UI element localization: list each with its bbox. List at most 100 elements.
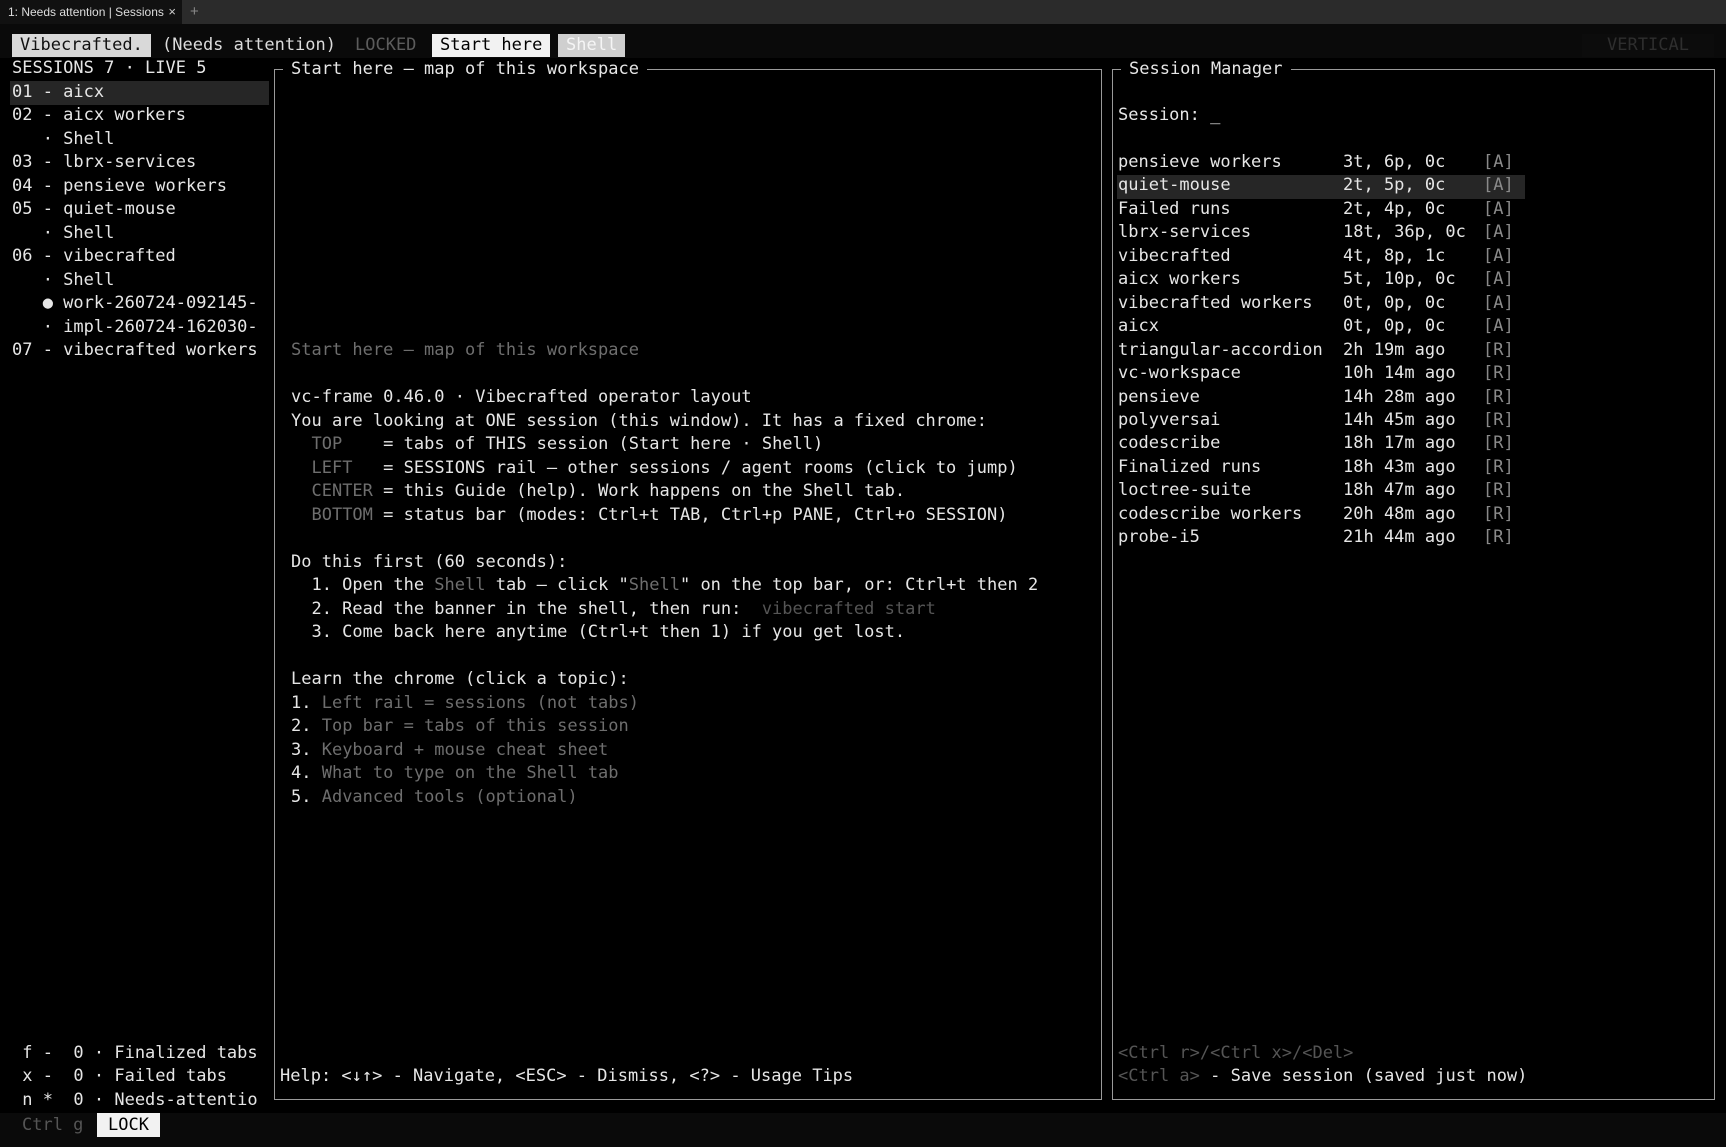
- guide-step-2: 2. Read the banner in the shell, then ru…: [291, 599, 936, 619]
- session-name: aicx workers: [1118, 269, 1241, 290]
- sidebar-subitem-impl[interactable]: · impl-260724-162030-: [12, 316, 258, 339]
- topic-link-4[interactable]: 4. What to type on the Shell tab: [291, 762, 619, 785]
- session-name: Failed runs: [1118, 198, 1231, 219]
- session-name: triangular-accordion: [1118, 339, 1323, 360]
- session-tag: [A]: [1483, 316, 1514, 337]
- topic-link-2[interactable]: 2. Top bar = tabs of this session: [291, 715, 629, 738]
- session-name: aicx: [1118, 316, 1159, 337]
- session-tag: [A]: [1483, 175, 1514, 196]
- session-stat: 14h 45m ago: [1343, 409, 1456, 430]
- session-name: quiet-mouse: [1118, 175, 1231, 196]
- session-tag: [R]: [1483, 503, 1514, 524]
- session-name: Finalized runs: [1118, 456, 1262, 477]
- session-tag: [A]: [1483, 292, 1514, 313]
- guide-first-heading: Do this first (60 seconds):: [291, 552, 568, 572]
- session-tag: [R]: [1483, 480, 1514, 501]
- guide-learn-heading: Learn the chrome (click a topic):: [291, 669, 629, 689]
- sidebar-item-quiet-mouse[interactable]: 05 - quiet-mouse: [12, 198, 176, 221]
- session-tag: [R]: [1483, 456, 1514, 477]
- session-tag: [R]: [1483, 363, 1514, 384]
- window-tab-strip: [0, 0, 1726, 24]
- session-name: pensieve: [1118, 386, 1200, 407]
- guide-version: vc-frame 0.46.0 · Vibecrafted operator l…: [291, 387, 752, 407]
- session-stat: 10h 14m ago: [1343, 363, 1456, 384]
- session-tag: [A]: [1483, 152, 1514, 172]
- session-tag: [A]: [1483, 269, 1514, 290]
- session-stat: 18h 47m ago: [1343, 480, 1456, 501]
- shell-link[interactable]: Shell: [434, 575, 485, 595]
- sidebar-footer-finalized[interactable]: f - 0 · Finalized tabs: [12, 1042, 257, 1065]
- locked-indicator: LOCKED: [355, 35, 417, 55]
- status-bar: [0, 1113, 1726, 1147]
- window-tab-title: 1: Needs attention | Sessions: [8, 5, 164, 19]
- shell-link[interactable]: Shell: [629, 575, 680, 595]
- session-tag: [R]: [1483, 409, 1514, 430]
- mode-lock-badge[interactable]: LOCK: [97, 1113, 160, 1137]
- guide-help-line: Help: <↓↑> - Navigate, <ESC> - Dismiss, …: [280, 1066, 854, 1086]
- tab-shell[interactable]: Shell: [558, 34, 626, 57]
- guide-intro: You are looking at ONE session (this win…: [291, 411, 987, 431]
- guide-chrome-left: LEFT = SESSIONS rail — other sessions / …: [291, 457, 1017, 480]
- session-tag: [A]: [1483, 245, 1514, 266]
- chrome-key: CENTER: [311, 481, 373, 501]
- sidebar-subitem-work[interactable]: ● work-260724-092145-: [12, 292, 258, 315]
- session-stat: 4t, 8p, 1c: [1343, 245, 1446, 266]
- sidebar-item-aicx[interactable]: 01 - aicx: [12, 81, 104, 104]
- chrome-key: BOTTOM: [311, 505, 373, 525]
- session-name: pensieve workers: [1118, 152, 1282, 172]
- session-search-input[interactable]: Session: _: [1118, 104, 1220, 127]
- session-stat: 2t, 5p, 0c: [1343, 175, 1446, 196]
- session-name: vc-workspace: [1118, 363, 1241, 384]
- sidebar-item-pensieve-workers[interactable]: 04 - pensieve workers: [12, 175, 227, 198]
- session-name: vibecrafted: [1118, 245, 1231, 266]
- sidebar-item-vibecrafted-workers[interactable]: 07 - vibecrafted workers: [12, 339, 258, 362]
- session-stat: 20h 48m ago: [1343, 503, 1456, 524]
- sidebar-footer-needs-attention[interactable]: n * 0 · Needs-attentio: [12, 1089, 257, 1112]
- topic-link-5[interactable]: 5. Advanced tools (optional): [291, 786, 578, 809]
- session-stat: 18h 17m ago: [1343, 433, 1456, 454]
- session-name: codescribe workers: [1118, 503, 1303, 524]
- session-stat: 2t, 4p, 0c: [1343, 198, 1446, 219]
- session-stat: 14h 28m ago: [1343, 386, 1456, 407]
- chrome-desc: = status bar (modes: Ctrl+t TAB, Ctrl+p …: [372, 505, 1008, 525]
- sidebar-subitem-shell[interactable]: · Shell: [12, 128, 115, 151]
- mode-key-hint: Ctrl g: [22, 1115, 84, 1135]
- close-icon[interactable]: ×: [168, 0, 176, 24]
- guide-chrome-bottom: BOTTOM = status bar (modes: Ctrl+t TAB, …: [291, 504, 1007, 527]
- session-stat: 0t, 0p, 0c: [1343, 316, 1446, 337]
- sidebar-item-lbrx-services[interactable]: 03 - lbrx-services: [12, 151, 196, 174]
- tab-start-here[interactable]: Start here: [432, 34, 551, 57]
- plus-icon[interactable]: +: [190, 0, 199, 24]
- sidebar-subitem-shell[interactable]: · Shell: [12, 269, 115, 292]
- chrome-key: TOP: [311, 434, 373, 454]
- sidebar-item-aicx-workers[interactable]: 02 - aicx workers: [12, 104, 186, 127]
- session-stat: 5t, 10p, 0c: [1343, 269, 1456, 290]
- guide-heading: Start here — map of this workspace: [291, 340, 639, 360]
- session-tag: [A]: [1483, 222, 1514, 243]
- guide-step-1: 1. Open the Shell tab — click "Shell" on…: [291, 575, 1039, 595]
- guide-step-3: 3. Come back here anytime (Ctrl+t then 1…: [291, 622, 906, 642]
- topic-link-1[interactable]: 1. Left rail = sessions (not tabs): [291, 692, 639, 715]
- window-tab-active[interactable]: 1: Needs attention | Sessions ×: [0, 0, 182, 24]
- session-name: loctree-suite: [1118, 480, 1252, 501]
- session-tag: [R]: [1483, 386, 1514, 407]
- sidebar-item-vibecrafted[interactable]: 06 - vibecrafted: [12, 245, 176, 268]
- topic-link-3[interactable]: 3. Keyboard + mouse cheat sheet: [291, 739, 608, 762]
- session-status-label: (Needs attention): [162, 35, 336, 55]
- session-name-badge: Vibecrafted.: [12, 34, 151, 57]
- session-name: lbrx-services: [1118, 222, 1252, 243]
- chrome-key: LEFT: [311, 458, 373, 478]
- session-tag: [R]: [1483, 339, 1514, 360]
- command-snippet: vibecrafted start: [761, 599, 936, 619]
- session-stat: 0t, 0p, 0c: [1343, 292, 1446, 313]
- sessions-header: SESSIONS 7 · LIVE 5: [12, 58, 207, 78]
- sidebar-footer-failed[interactable]: x - 0 · Failed tabs: [12, 1065, 227, 1088]
- session-name: vibecrafted workers: [1118, 292, 1313, 313]
- session-tag: [R]: [1483, 527, 1514, 548]
- sidebar-subitem-shell[interactable]: · Shell: [12, 222, 115, 245]
- chrome-desc: = this Guide (help). Work happens on the…: [372, 481, 906, 501]
- save-session-hint: <Ctrl a> - Save session (saved just now): [1118, 1066, 1528, 1086]
- session-name: probe-i5: [1118, 527, 1200, 548]
- session-stat: 3t, 6p, 0c: [1343, 152, 1446, 172]
- layout-indicator: VERTICAL: [1582, 34, 1714, 57]
